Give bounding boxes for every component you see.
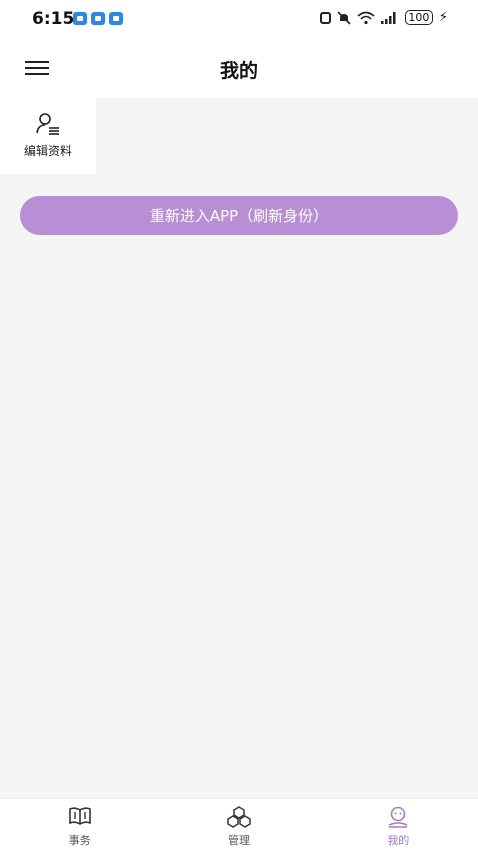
cubes-icon (227, 806, 251, 828)
battery-icon: 100 (404, 10, 433, 25)
page-title: 我的 (219, 60, 258, 82)
app-header: 我的 (0, 40, 478, 98)
app-notification-icon (73, 12, 87, 25)
status-bar: 6:15 100 ⚡ (0, 0, 478, 40)
charging-icon: ⚡ (438, 10, 448, 25)
edit-profile-button[interactable]: 编辑资料 (0, 98, 96, 174)
tab-label: 事务 (68, 834, 91, 847)
user-edit-icon (36, 113, 59, 135)
bottom-tab-bar: 事务 管理 我的 (0, 798, 478, 851)
status-indicators: 100 ⚡ (319, 10, 448, 25)
side-panel: 编辑资料 (0, 98, 96, 174)
mute-icon (337, 10, 351, 25)
wifi-icon (357, 11, 375, 24)
app-notification-icon (91, 12, 105, 25)
book-icon (68, 807, 91, 825)
tab-label: 我的 (387, 834, 410, 847)
tab-label: 管理 (227, 834, 250, 847)
nfc-icon (319, 11, 331, 24)
edit-profile-label: 编辑资料 (23, 144, 72, 158)
tab-affairs[interactable]: 事务 (0, 799, 159, 851)
tab-management[interactable]: 管理 (159, 799, 318, 851)
profile-icon (388, 806, 408, 828)
tab-mine[interactable]: 我的 (319, 799, 478, 851)
status-app-icons (73, 12, 123, 25)
app-notification-icon (109, 12, 123, 25)
status-time: 6:15 (32, 9, 75, 29)
refresh-identity-button[interactable]: 重新进入APP（刷新身份） (20, 196, 458, 235)
signal-icon (380, 12, 396, 24)
